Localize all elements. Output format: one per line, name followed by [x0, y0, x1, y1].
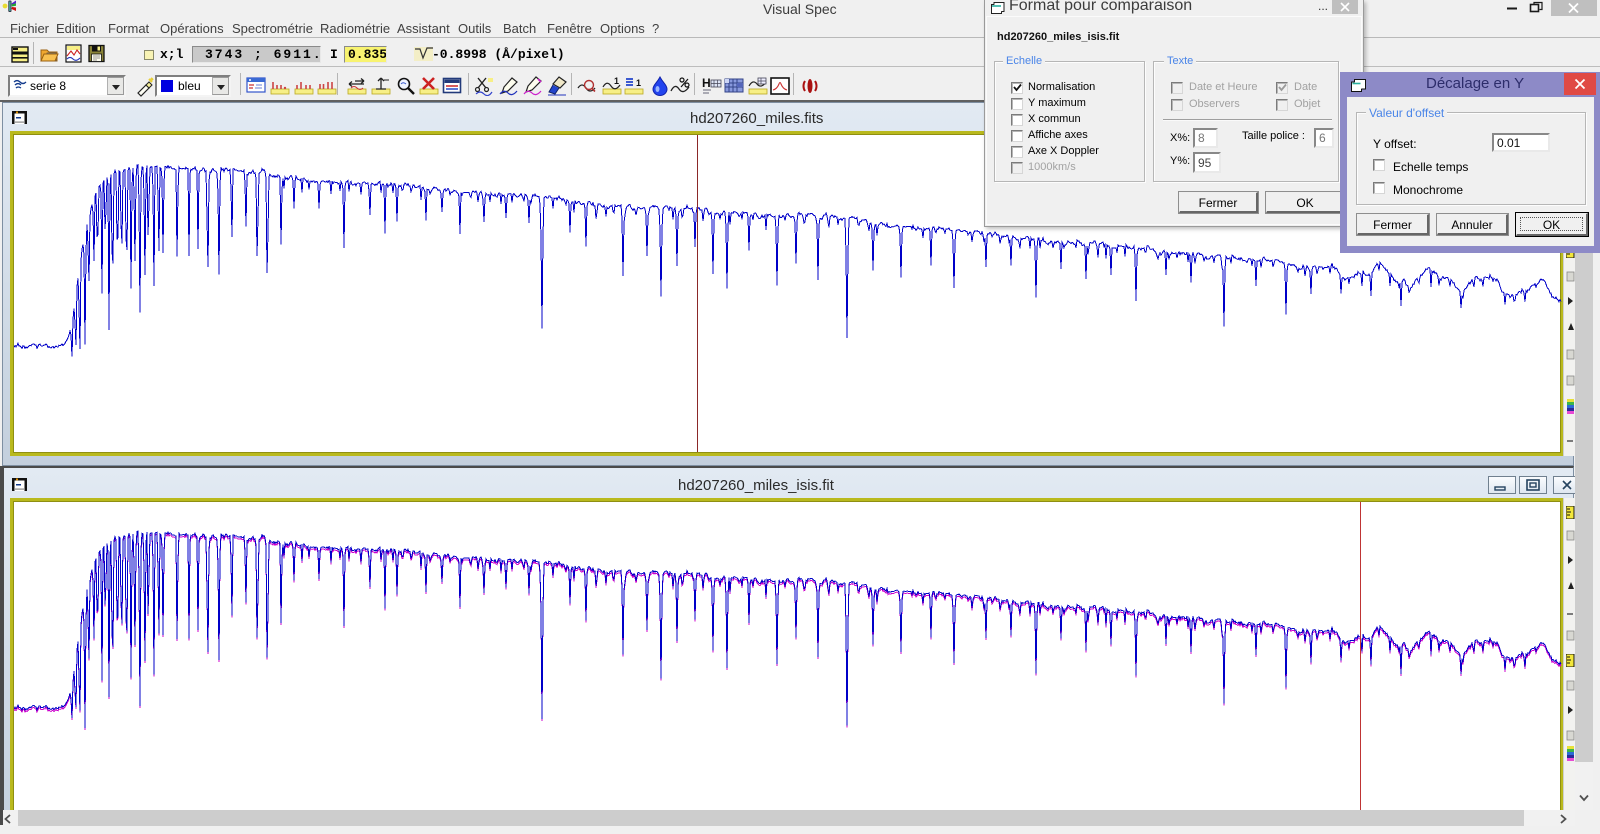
svg-text:1: 1 [614, 76, 619, 86]
svg-text:1: 1 [636, 78, 641, 88]
svg-text:H: H [702, 76, 711, 90]
